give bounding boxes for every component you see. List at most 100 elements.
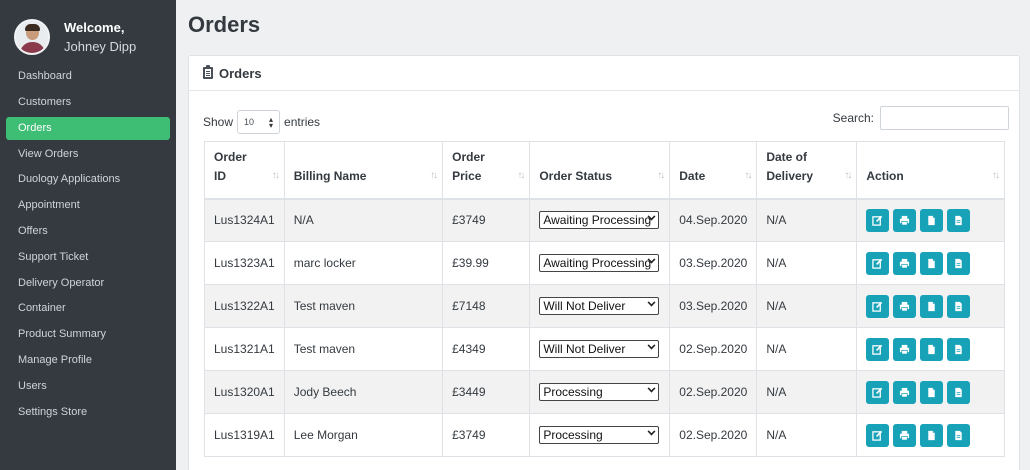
- table-header-row: Order ID ↑↓ Billing Name ↑↓ Order Price …: [204, 141, 1005, 200]
- print-button[interactable]: [893, 380, 917, 404]
- edit-icon: [872, 387, 883, 398]
- order-status-select[interactable]: Awaiting Processing: [539, 211, 660, 230]
- cell-order-price: £4349: [442, 327, 531, 371]
- sidebar-item-container[interactable]: Container: [0, 296, 170, 322]
- cell-date: 04.Sep.2020: [669, 198, 758, 242]
- orders-card: Orders Show 10 ▴▾ entries Search: Order: [188, 55, 1020, 470]
- sidebar-item-product-summary[interactable]: Product Summary: [0, 322, 170, 348]
- entries-control: Show 10 ▴ ▾ entries: [203, 110, 320, 134]
- table-row: Lus1322A1 Test maven £7148 Will Not Deli…: [204, 284, 1005, 328]
- search-input[interactable]: [880, 106, 1009, 130]
- table-row: Lus1321A1 Test maven £4349 Will Not Deli…: [204, 327, 1005, 371]
- sidebar-item-appointment[interactable]: Appointment: [0, 193, 170, 219]
- file-button[interactable]: [947, 380, 971, 404]
- file-button[interactable]: [947, 208, 971, 232]
- sidebar-item-orders[interactable]: Orders: [6, 116, 170, 140]
- sidebar-item-users[interactable]: Users: [0, 374, 170, 400]
- cell-date: 03.Sep.2020: [669, 241, 758, 285]
- row-actions: [866, 208, 995, 232]
- print-button[interactable]: [893, 294, 917, 318]
- sidebar-item-dashboard[interactable]: Dashboard: [0, 64, 170, 90]
- header-order-price[interactable]: Order Price ↑↓: [442, 141, 531, 200]
- document-button[interactable]: [920, 294, 944, 318]
- print-icon: [900, 430, 910, 440]
- order-status-select[interactable]: Will Not Deliver: [539, 340, 660, 358]
- sidebar-item-offers[interactable]: Offers: [0, 219, 170, 245]
- file-button[interactable]: [947, 294, 971, 318]
- user-panel: Welcome, Johney Dipp: [0, 0, 176, 62]
- sort-arrows-icon: ▴ ▾: [269, 115, 274, 130]
- print-button[interactable]: [893, 208, 917, 232]
- header-date[interactable]: Date ↑↓: [669, 141, 758, 200]
- document-button[interactable]: [920, 337, 944, 361]
- document-button[interactable]: [920, 208, 944, 232]
- document-icon: [928, 387, 936, 397]
- edit-icon: [872, 430, 883, 441]
- edit-button[interactable]: [866, 337, 890, 361]
- table-row: Lus1324A1 N/A £3749 Awaiting Processing …: [204, 198, 1005, 242]
- file-button[interactable]: [947, 251, 971, 275]
- sidebar-item-delivery-operator[interactable]: Delivery Operator: [0, 271, 170, 297]
- table-controls: Show 10 ▴ ▾ entries Search:: [203, 106, 1019, 134]
- edit-button[interactable]: [866, 294, 890, 318]
- cell-billing-name: Jody Beech: [283, 370, 444, 414]
- edit-button[interactable]: [866, 423, 890, 447]
- print-button[interactable]: [893, 251, 917, 275]
- sidebar: Welcome, Johney Dipp Dashboard Customers…: [0, 0, 176, 470]
- header-order-status[interactable]: Order Status ↑↓: [529, 141, 671, 200]
- document-button[interactable]: [920, 380, 944, 404]
- user-name: Johney Dipp: [64, 39, 137, 54]
- order-status-select[interactable]: Awaiting Processing: [539, 254, 660, 272]
- search-label: Search:: [832, 111, 874, 125]
- sidebar-item-support-ticket[interactable]: Support Ticket: [0, 245, 170, 271]
- order-status-select[interactable]: Will Not Deliver: [539, 297, 660, 315]
- avatar[interactable]: [14, 19, 50, 55]
- cell-delivery: N/A: [756, 284, 858, 328]
- sidebar-item-settings-store[interactable]: Settings Store: [0, 400, 170, 426]
- print-icon: [900, 301, 910, 311]
- print-icon: [900, 258, 910, 268]
- order-status-select[interactable]: Processing: [539, 383, 660, 401]
- sort-icon: ↑↓: [517, 169, 525, 181]
- order-status-select[interactable]: Processing: [539, 426, 660, 444]
- edit-button[interactable]: [866, 380, 890, 404]
- sidebar-item-manage-profile[interactable]: Manage Profile: [0, 348, 170, 374]
- file-button[interactable]: [947, 423, 971, 447]
- entries-select[interactable]: 10 ▴ ▾: [237, 110, 281, 134]
- print-button[interactable]: [893, 337, 917, 361]
- header-action[interactable]: Action ↑↓: [856, 141, 1005, 200]
- welcome-text: Welcome,: [64, 20, 125, 35]
- row-actions: [866, 380, 995, 404]
- cell-order-id: Lus1324A1: [204, 198, 285, 242]
- row-actions: [866, 423, 995, 447]
- cell-order-id: Lus1319A1: [204, 413, 285, 457]
- sidebar-item-customers[interactable]: Customers: [0, 90, 170, 116]
- cell-billing-name: Test maven: [283, 284, 444, 328]
- cell-date: 02.Sep.2020: [669, 370, 758, 414]
- file-icon: [955, 387, 963, 397]
- order-status-value: Will Not Deliver: [543, 342, 626, 356]
- sidebar-item-view-orders[interactable]: View Orders: [0, 142, 170, 168]
- edit-button[interactable]: [866, 208, 890, 232]
- file-icon: [955, 430, 963, 440]
- entries-label: entries: [284, 115, 321, 129]
- sidebar-item-duology-applications[interactable]: Duology Applications: [0, 167, 170, 193]
- cell-order-id: Lus1321A1: [204, 327, 285, 371]
- header-order-id[interactable]: Order ID ↑↓: [204, 141, 285, 200]
- table-row: Lus1320A1 Jody Beech £3449 Processing 02…: [204, 370, 1005, 414]
- header-billing-name[interactable]: Billing Name ↑↓: [283, 141, 444, 200]
- order-status-value: Awaiting Processing: [543, 213, 652, 228]
- document-button[interactable]: [920, 423, 944, 447]
- edit-icon: [872, 301, 883, 312]
- print-button[interactable]: [893, 423, 917, 447]
- cell-order-price: £3749: [442, 413, 531, 457]
- sort-icon: ↑↓: [271, 169, 280, 181]
- header-date-of-delivery[interactable]: Date of Delivery ↑↓: [756, 141, 858, 200]
- document-icon: [928, 301, 936, 311]
- document-button[interactable]: [920, 251, 944, 275]
- cell-billing-name: Test maven: [283, 327, 444, 371]
- file-button[interactable]: [947, 337, 971, 361]
- sort-icon: ↑↓: [657, 169, 665, 181]
- document-icon: [928, 430, 936, 440]
- edit-button[interactable]: [866, 251, 890, 275]
